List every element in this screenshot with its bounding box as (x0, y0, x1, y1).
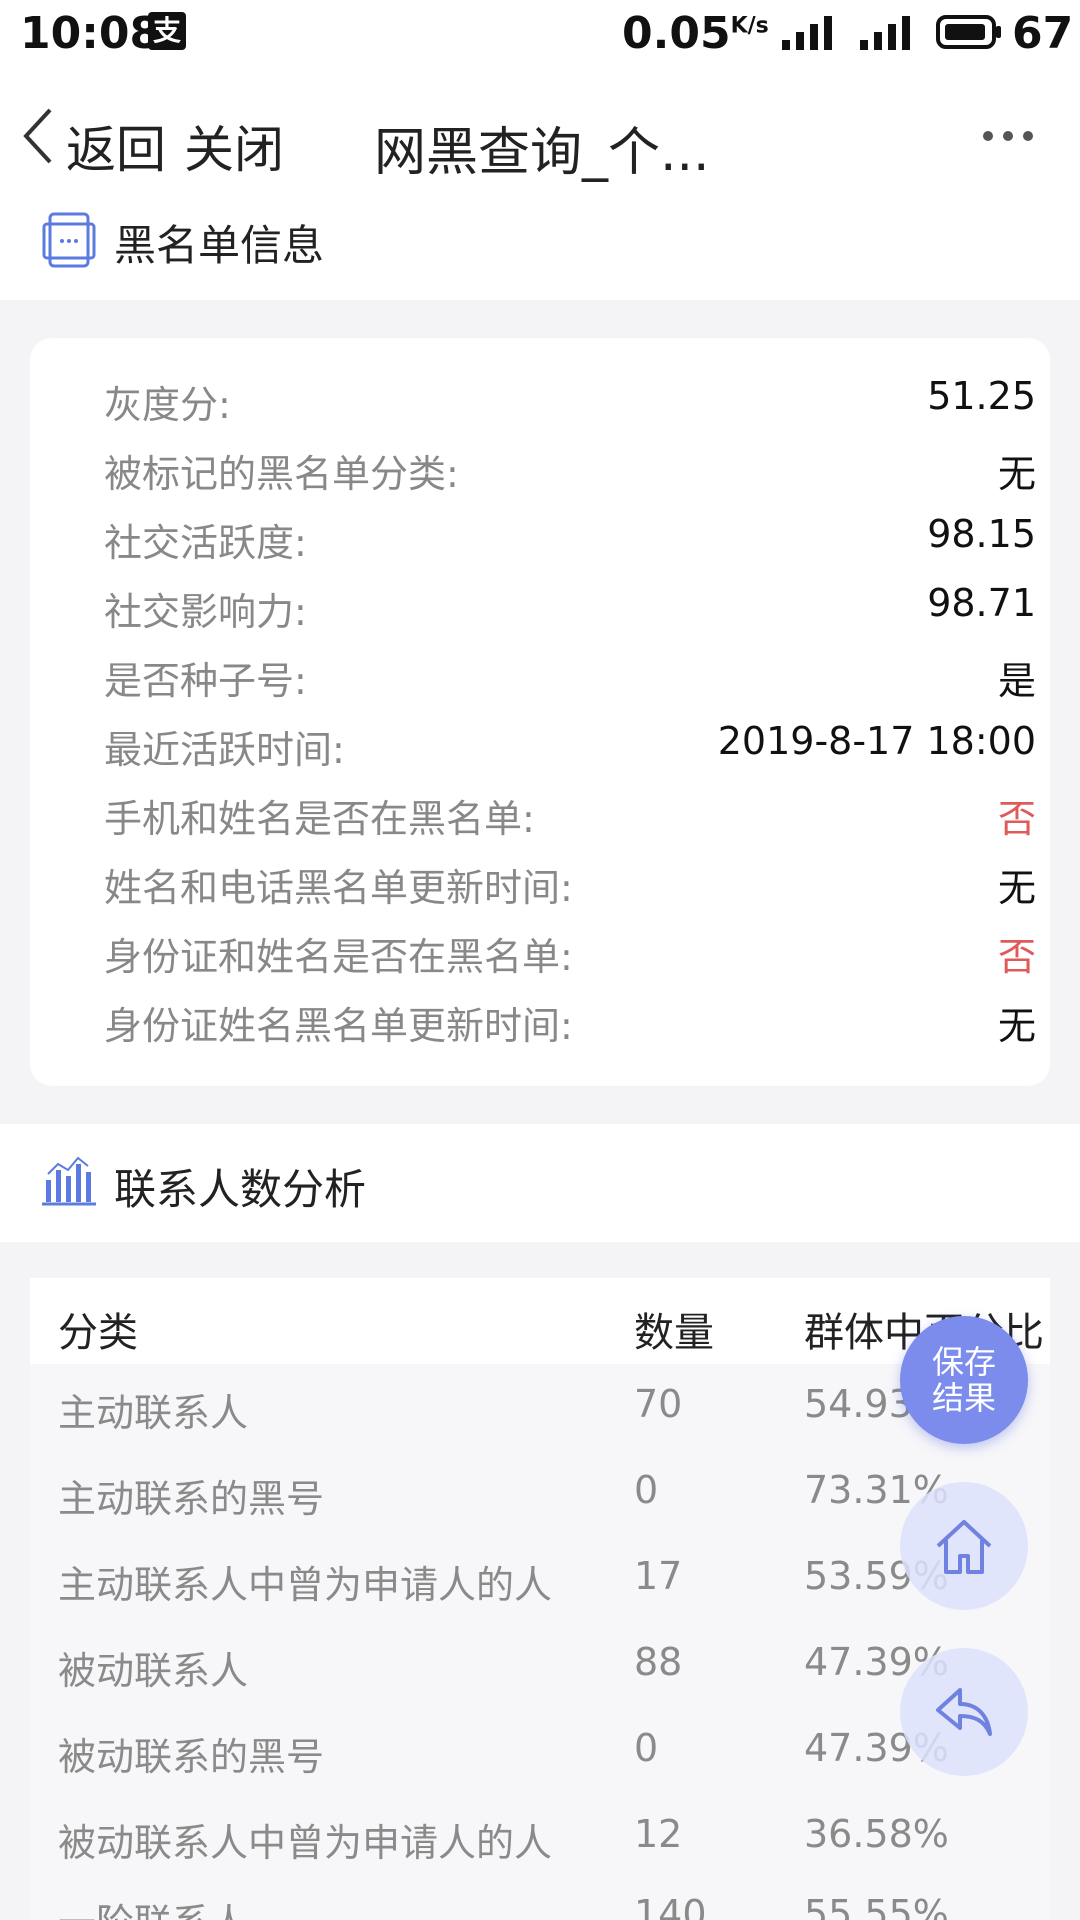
kv-value: 2019-8-17 18:00 (717, 719, 1036, 763)
cell-category: 主动联系人中曾为申请人的人 (58, 1563, 553, 1607)
cell-count: 17 (634, 1554, 683, 1598)
kv-value-negative: 否 (997, 797, 1036, 841)
kv-label: 灰度分: (104, 383, 231, 427)
cell-count: 0 (634, 1726, 659, 1770)
cell-category: 一阶联系人 (58, 1892, 248, 1920)
save-result-label-line1: 保存 (931, 1343, 996, 1381)
battery-icon (936, 15, 1001, 49)
cell-percent: 36.58% (804, 1812, 949, 1856)
kv-label: 社交活跃度: (104, 521, 307, 565)
kv-label: 是否种子号: (104, 659, 307, 703)
table-row: 一阶联系人 140 55.55% (30, 1874, 1050, 1920)
table-row: 被动联系人 88 47.39% (30, 1622, 1050, 1708)
home-icon (936, 1520, 992, 1574)
cell-count: 0 (634, 1468, 659, 1512)
chevron-left-icon[interactable] (20, 106, 56, 166)
reply-icon (936, 1688, 992, 1736)
blacklist-section-header: 黑名单信息 (0, 186, 1080, 300)
cell-category: 被动联系人 (58, 1649, 249, 1693)
home-button[interactable] (900, 1482, 1028, 1610)
cell-count: 12 (634, 1812, 683, 1856)
cellular-4g-icon (860, 16, 910, 50)
cell-count: 88 (634, 1640, 683, 1684)
kv-row: 灰度分: 51.25 (74, 374, 1036, 434)
status-time: 10:08 (20, 8, 161, 59)
kv-row: 被标记的黑名单分类: 无 (74, 443, 1036, 503)
blacklist-card: 灰度分: 51.25 被标记的黑名单分类: 无 社交活跃度: 98.15 社交影… (30, 338, 1050, 1086)
save-result-label-line2: 结果 (931, 1379, 996, 1417)
cell-category: 主动联系人 (58, 1391, 249, 1435)
kv-value: 98.71 (927, 581, 1036, 625)
kv-row: 社交活跃度: 98.15 (74, 512, 1036, 572)
column-header-category: 分类 (58, 1310, 138, 1356)
close-button[interactable]: 关闭 (184, 110, 284, 182)
bar-chart-icon (42, 1156, 96, 1206)
table-row: 被动联系人中曾为申请人的人 12 36.58% (30, 1794, 1050, 1880)
cell-percent: 55.55% (804, 1892, 949, 1920)
kv-label: 身份证和姓名是否在黑名单: (104, 935, 573, 979)
contacts-table: 分类 数量 群体中百分比 主动联系人 70 54.93% 主动联系的黑号 0 7… (30, 1278, 1050, 1920)
kv-label: 身份证姓名黑名单更新时间: (104, 1004, 573, 1048)
table-row: 主动联系的黑号 0 73.31% (30, 1450, 1050, 1536)
table-row: 主动联系人中曾为申请人的人 17 53.59% (30, 1536, 1050, 1622)
more-icon[interactable] (982, 130, 1034, 142)
kv-value: 无 (997, 452, 1036, 496)
kv-row: 社交影响力: 98.71 (74, 581, 1036, 641)
network-speed: 0.05K/s (622, 8, 769, 59)
cell-category: 被动联系的黑号 (58, 1735, 325, 1779)
table-header: 分类 数量 群体中百分比 (30, 1278, 1050, 1364)
reply-back-button[interactable] (900, 1648, 1028, 1776)
kv-row: 是否种子号: 是 (74, 650, 1036, 710)
kv-value-negative: 否 (997, 935, 1036, 979)
cell-count: 70 (634, 1382, 683, 1426)
wifi-signal-icon (782, 16, 832, 50)
cell-count: 140 (634, 1892, 707, 1920)
column-header-count: 数量 (634, 1310, 714, 1356)
kv-label: 被标记的黑名单分类: (104, 452, 459, 496)
kv-label: 姓名和电话黑名单更新时间: (104, 866, 573, 910)
battery-level: 67 (1012, 8, 1074, 59)
nav-bar: 返回 关闭 网黑查询_个... (0, 66, 1080, 186)
status-bar: 10:08 支 0.05K/s 67 (0, 0, 1080, 66)
kv-value: 是 (997, 659, 1036, 703)
kv-row: 身份证姓名黑名单更新时间: 无 (74, 995, 1036, 1055)
alipay-notification-icon: 支 (148, 12, 186, 50)
kv-label: 社交影响力: (104, 590, 307, 634)
contacts-section-header: 联系人数分析 (0, 1124, 1080, 1242)
kv-value: 无 (997, 1004, 1036, 1048)
kv-label: 最近活跃时间: (104, 728, 345, 772)
table-row: 被动联系的黑号 0 47.39% (30, 1708, 1050, 1794)
save-result-button[interactable]: 保存 结果 (900, 1316, 1028, 1444)
document-icon (42, 212, 96, 268)
cell-category: 主动联系的黑号 (58, 1477, 325, 1521)
kv-label: 手机和姓名是否在黑名单: (104, 797, 535, 841)
kv-value: 51.25 (927, 374, 1036, 418)
kv-row: 姓名和电话黑名单更新时间: 无 (74, 857, 1036, 917)
section-title: 联系人数分析 (114, 1165, 367, 1214)
kv-value: 无 (997, 866, 1036, 910)
section-title: 黑名单信息 (114, 221, 325, 270)
kv-row: 身份证和姓名是否在黑名单: 否 (74, 926, 1036, 986)
page-title: 网黑查询_个... (374, 123, 710, 183)
table-row: 主动联系人 70 54.93% (30, 1364, 1050, 1450)
kv-value: 98.15 (927, 512, 1036, 556)
kv-row: 手机和姓名是否在黑名单: 否 (74, 788, 1036, 848)
kv-row: 最近活跃时间: 2019-8-17 18:00 (74, 719, 1036, 779)
back-button[interactable]: 返回 (66, 110, 166, 182)
cell-category: 被动联系人中曾为申请人的人 (58, 1821, 553, 1865)
